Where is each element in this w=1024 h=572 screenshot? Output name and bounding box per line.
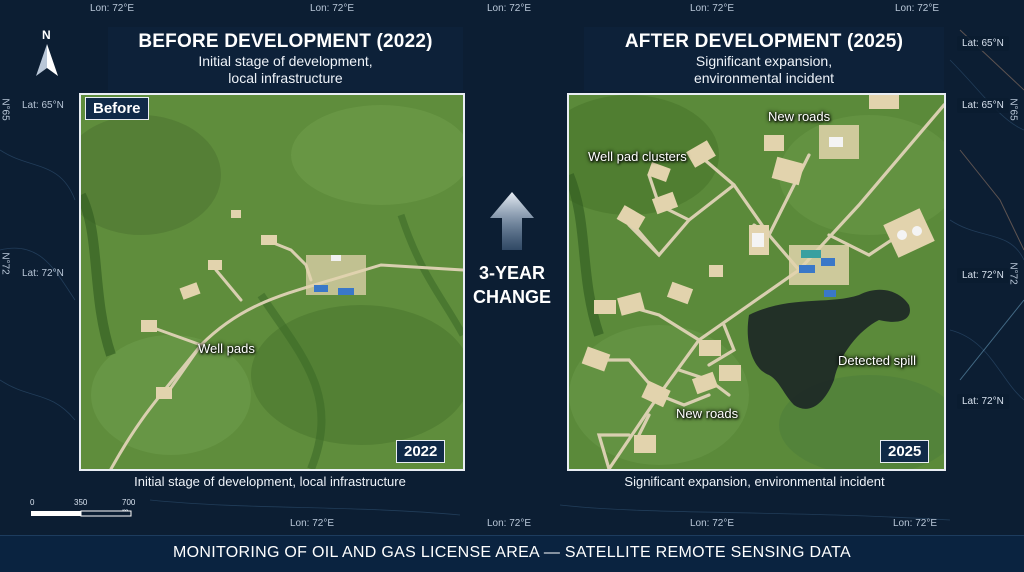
north-arrow-icon (36, 44, 58, 76)
before-tag: Before (85, 97, 149, 120)
scale-bar: 0 350 700 m (30, 498, 140, 522)
lat-label: Lat: 72°N (957, 394, 1009, 409)
before-title: BEFORE DEVELOPMENT (2022) (138, 31, 433, 52)
before-year-tag: 2022 (396, 440, 446, 463)
lon-label: Lon: 72°E (893, 518, 938, 529)
lat-vertical-label: N°65 (1007, 98, 1019, 121)
lat-label: Lat: 65°N (957, 36, 1009, 51)
before-subtitle-line2: local infrastructure (228, 70, 343, 86)
change-line2: CHANGE (472, 287, 551, 307)
lat-vertical-label: N°65 (0, 98, 11, 121)
lon-label: Lon: 72°E (310, 3, 355, 14)
detected-spill-label: Detected spill (838, 353, 917, 368)
change-line1: 3-YEAR (478, 263, 545, 283)
before-subtitle-line1: Initial stage of development, (198, 53, 373, 69)
before-caption: Initial stage of development, local infr… (134, 474, 406, 489)
well-pads-label: Well pads (198, 341, 255, 356)
after-caption: Significant expansion, environmental inc… (624, 474, 885, 489)
lon-label: Lon: 72°E (690, 3, 735, 14)
new-roads-label-bottom: New roads (676, 406, 739, 421)
before-satellite-image (79, 93, 465, 471)
after-subtitle-line2: environmental incident (693, 70, 835, 86)
new-roads-label-top: New roads (768, 109, 831, 124)
footer-title: MONITORING OF OIL AND GAS LICENSE AREA —… (0, 535, 1024, 572)
after-year-tag: 2025 (880, 440, 930, 463)
scale-label-350: 350 (74, 498, 88, 507)
change-indicator: 3-YEAR CHANGE (470, 190, 554, 309)
lon-label: Lon: 72°E (487, 3, 532, 14)
lon-label: Lon: 72°E (90, 3, 135, 14)
scale-label-0: 0 (30, 498, 35, 507)
lat-label: Lat: 65°N (22, 100, 64, 111)
lat-label: Lat: 72°N (957, 268, 1009, 283)
lat-vertical-label: N°72 (1007, 262, 1019, 285)
lon-label: Lon: 72°E (290, 518, 335, 529)
lon-label: Lon: 72°E (487, 518, 532, 529)
lon-label: Lon: 72°E (895, 3, 940, 14)
after-title: AFTER DEVELOPMENT (2025) (624, 31, 904, 52)
north-label: N (42, 28, 51, 42)
well-pad-clusters-label: Well pad clusters (588, 149, 687, 164)
before-terrain (81, 95, 463, 469)
after-title-box: AFTER DEVELOPMENT (2025) Significant exp… (584, 27, 944, 91)
up-arrow-icon (490, 192, 534, 250)
before-title-box: BEFORE DEVELOPMENT (2022) Initial stage … (108, 27, 463, 91)
scale-bar-graphic (31, 510, 132, 517)
lon-label: Lon: 72°E (690, 518, 735, 529)
lat-label: Lat: 65°N (957, 98, 1009, 113)
after-subtitle-line1: Significant expansion, (695, 53, 833, 69)
lat-vertical-label: N°72 (0, 252, 11, 275)
north-arrow: N (32, 28, 62, 78)
lat-label: Lat: 72°N (22, 268, 64, 279)
